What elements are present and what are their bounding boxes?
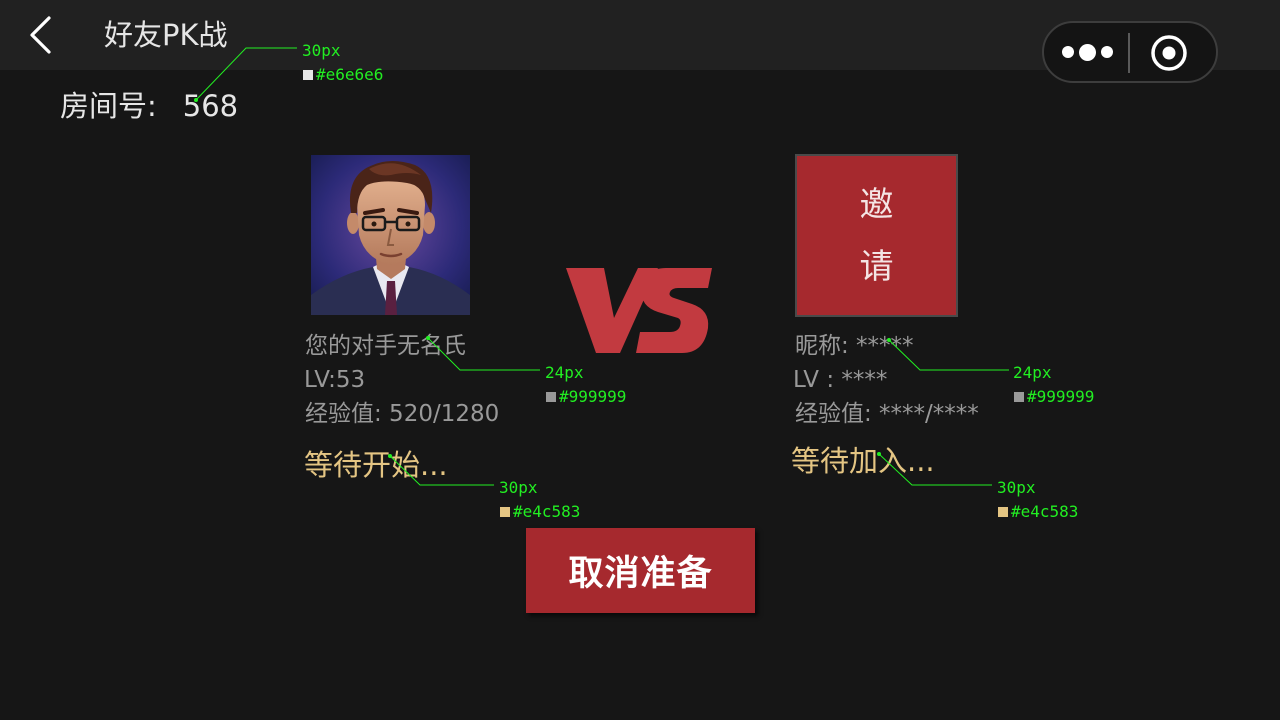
miniprogram-capsule — [1042, 21, 1218, 83]
opponent-level: LV : **** — [793, 367, 888, 393]
close-button[interactable] — [1150, 34, 1188, 72]
player-exp: 经验值: 520/1280 — [305, 401, 500, 427]
opponent-status: 等待加入... — [791, 444, 935, 478]
invite-label-char-1: 邀 — [859, 184, 894, 225]
invite-label-char-2: 请 — [859, 246, 894, 287]
annotation-color-3: #e4c583 — [500, 502, 580, 522]
more-dots-icon — [1061, 46, 1074, 58]
more-dots-icon-center — [1078, 43, 1096, 61]
color-swatch — [303, 70, 313, 80]
opponent-exp: 经验值: ****/**** — [795, 401, 979, 427]
color-swatch — [998, 507, 1008, 517]
room-number: 568 — [182, 89, 239, 123]
color-swatch — [546, 392, 556, 402]
annotation-color-1: #e6e6e6 — [303, 65, 383, 85]
page-title: 好友PK战 — [104, 18, 228, 52]
back-button[interactable] — [22, 14, 62, 56]
player-avatar — [311, 155, 470, 315]
annotation-color-value: #999999 — [559, 387, 627, 406]
annotation-color-5: #e4c583 — [998, 502, 1078, 522]
annotation-color-value: #e4c583 — [513, 502, 581, 521]
cancel-ready-button[interactable]: 取消准备 — [526, 528, 755, 613]
annotation-size-2: 24px — [545, 363, 584, 382]
close-target-icon — [1151, 35, 1187, 71]
more-button[interactable] — [1044, 23, 1130, 81]
room-label: 房间号: — [60, 89, 157, 123]
room-info: 房间号: 568 — [60, 86, 238, 126]
annotation-color-value: #e4c583 — [1011, 502, 1079, 521]
player-level: LV:53 — [304, 367, 366, 393]
annotation-color-value: #999999 — [1027, 387, 1095, 406]
capsule-divider — [1128, 33, 1130, 73]
more-dots-icon-right — [1100, 46, 1113, 58]
annotation-color-value: #e6e6e6 — [316, 65, 384, 84]
player-name: 您的对手无名氏 — [305, 333, 466, 359]
vs-logo — [562, 262, 718, 358]
annotation-size-5: 30px — [997, 478, 1036, 497]
annotation-size-3: 30px — [499, 478, 538, 497]
annotation-size-4: 24px — [1013, 363, 1052, 382]
invite-button[interactable]: 邀 请 — [795, 154, 958, 317]
annotation-color-4: #999999 — [1014, 387, 1094, 407]
avatar-portrait — [311, 155, 470, 315]
annotation-size-1: 30px — [302, 41, 341, 60]
color-swatch — [500, 507, 510, 517]
color-swatch — [1014, 392, 1024, 402]
annotation-color-2: #999999 — [546, 387, 626, 407]
player-status: 等待开始... — [304, 448, 448, 482]
vs-logo-graphic — [566, 268, 712, 353]
opponent-nickname: 昵称: ***** — [795, 333, 914, 359]
back-arrow-icon — [30, 16, 51, 54]
